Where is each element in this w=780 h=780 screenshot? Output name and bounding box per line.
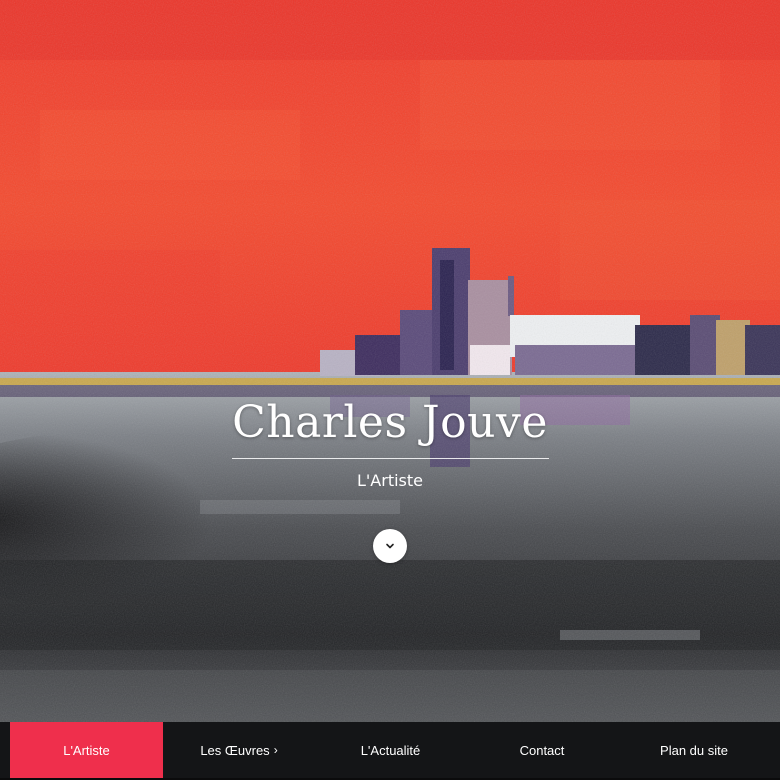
page: Charles Jouve L'Artiste L'Artiste Les Œu… (0, 0, 780, 780)
nav-item-artiste[interactable]: L'Artiste (10, 722, 163, 778)
nav-item-contact[interactable]: Contact (466, 722, 618, 778)
site-title: Charles Jouve (232, 397, 548, 448)
scroll-down-button[interactable] (373, 529, 407, 563)
nav-item-label: L'Actualité (360, 742, 421, 758)
nav-item-label: L'Artiste (63, 742, 110, 758)
main-navigation: L'Artiste Les Œuvres › L'Actualité Conta… (0, 722, 780, 780)
site-subtitle: L'Artiste (356, 471, 423, 490)
nav-item-plan-du-site[interactable]: Plan du site (618, 722, 770, 778)
hero-painting (0, 0, 780, 722)
painting-background (0, 0, 780, 722)
nav-item-label: Contact (519, 742, 565, 758)
chevron-right-icon: › (273, 743, 278, 757)
nav-item-label: Plan du site (660, 742, 728, 758)
nav-item-oeuvres[interactable]: Les Œuvres › (163, 722, 315, 778)
title-divider (232, 458, 549, 459)
nav-item-label: Les Œuvres (200, 742, 270, 758)
nav-item-actualite[interactable]: L'Actualité (315, 722, 466, 778)
chevron-down-icon (386, 543, 394, 549)
